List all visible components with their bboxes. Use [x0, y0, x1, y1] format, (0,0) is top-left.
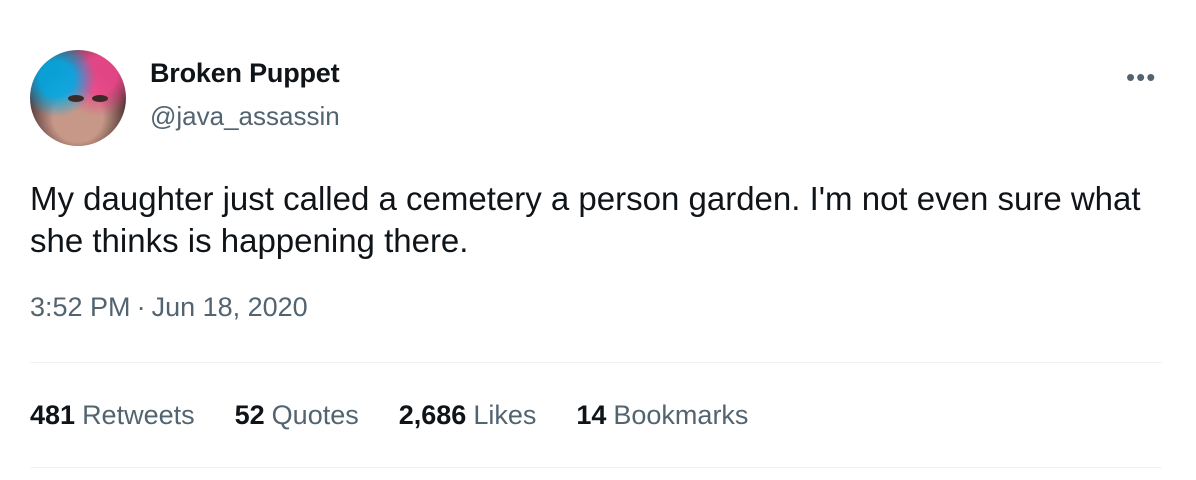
avatar-eye-left: [68, 95, 84, 102]
tweet-date: Jun 18, 2020: [151, 292, 308, 322]
likes-label: Likes: [473, 400, 537, 430]
tweet-timestamp[interactable]: 3:52 PM · Jun 18, 2020: [30, 292, 308, 323]
user-handle[interactable]: @java_assassin: [150, 101, 340, 132]
likes-count: 2,686: [398, 400, 467, 430]
bookmarks-stat[interactable]: 14 Bookmarks: [576, 400, 748, 431]
retweets-label: Retweets: [82, 400, 195, 430]
bookmarks-count: 14: [576, 400, 607, 430]
quotes-stat[interactable]: 52 Quotes: [235, 400, 359, 431]
tweet-text: My daughter just called a cemetery a per…: [30, 180, 1141, 259]
engagement-stats: 481 Retweets 52 Quotes 2,686 Likes 14 Bookma…: [30, 400, 748, 431]
likes-stat[interactable]: 2,686 Likes: [399, 400, 537, 431]
avatar[interactable]: [30, 50, 126, 146]
tweet-time: 3:52 PM: [30, 292, 131, 322]
quotes-count: 52: [234, 400, 265, 430]
display-name[interactable]: Broken Puppet: [150, 58, 340, 89]
timestamp-separator: ·: [136, 292, 146, 322]
bookmarks-label: Bookmarks: [613, 400, 749, 430]
retweets-count: 481: [30, 400, 76, 430]
divider-top: [30, 362, 1162, 363]
divider-bottom: [30, 467, 1162, 468]
quotes-label: Quotes: [271, 400, 359, 430]
more-options-icon[interactable]: •••: [1126, 62, 1156, 93]
retweets-stat[interactable]: 481 Retweets: [30, 400, 195, 431]
avatar-eye-right: [92, 95, 108, 102]
